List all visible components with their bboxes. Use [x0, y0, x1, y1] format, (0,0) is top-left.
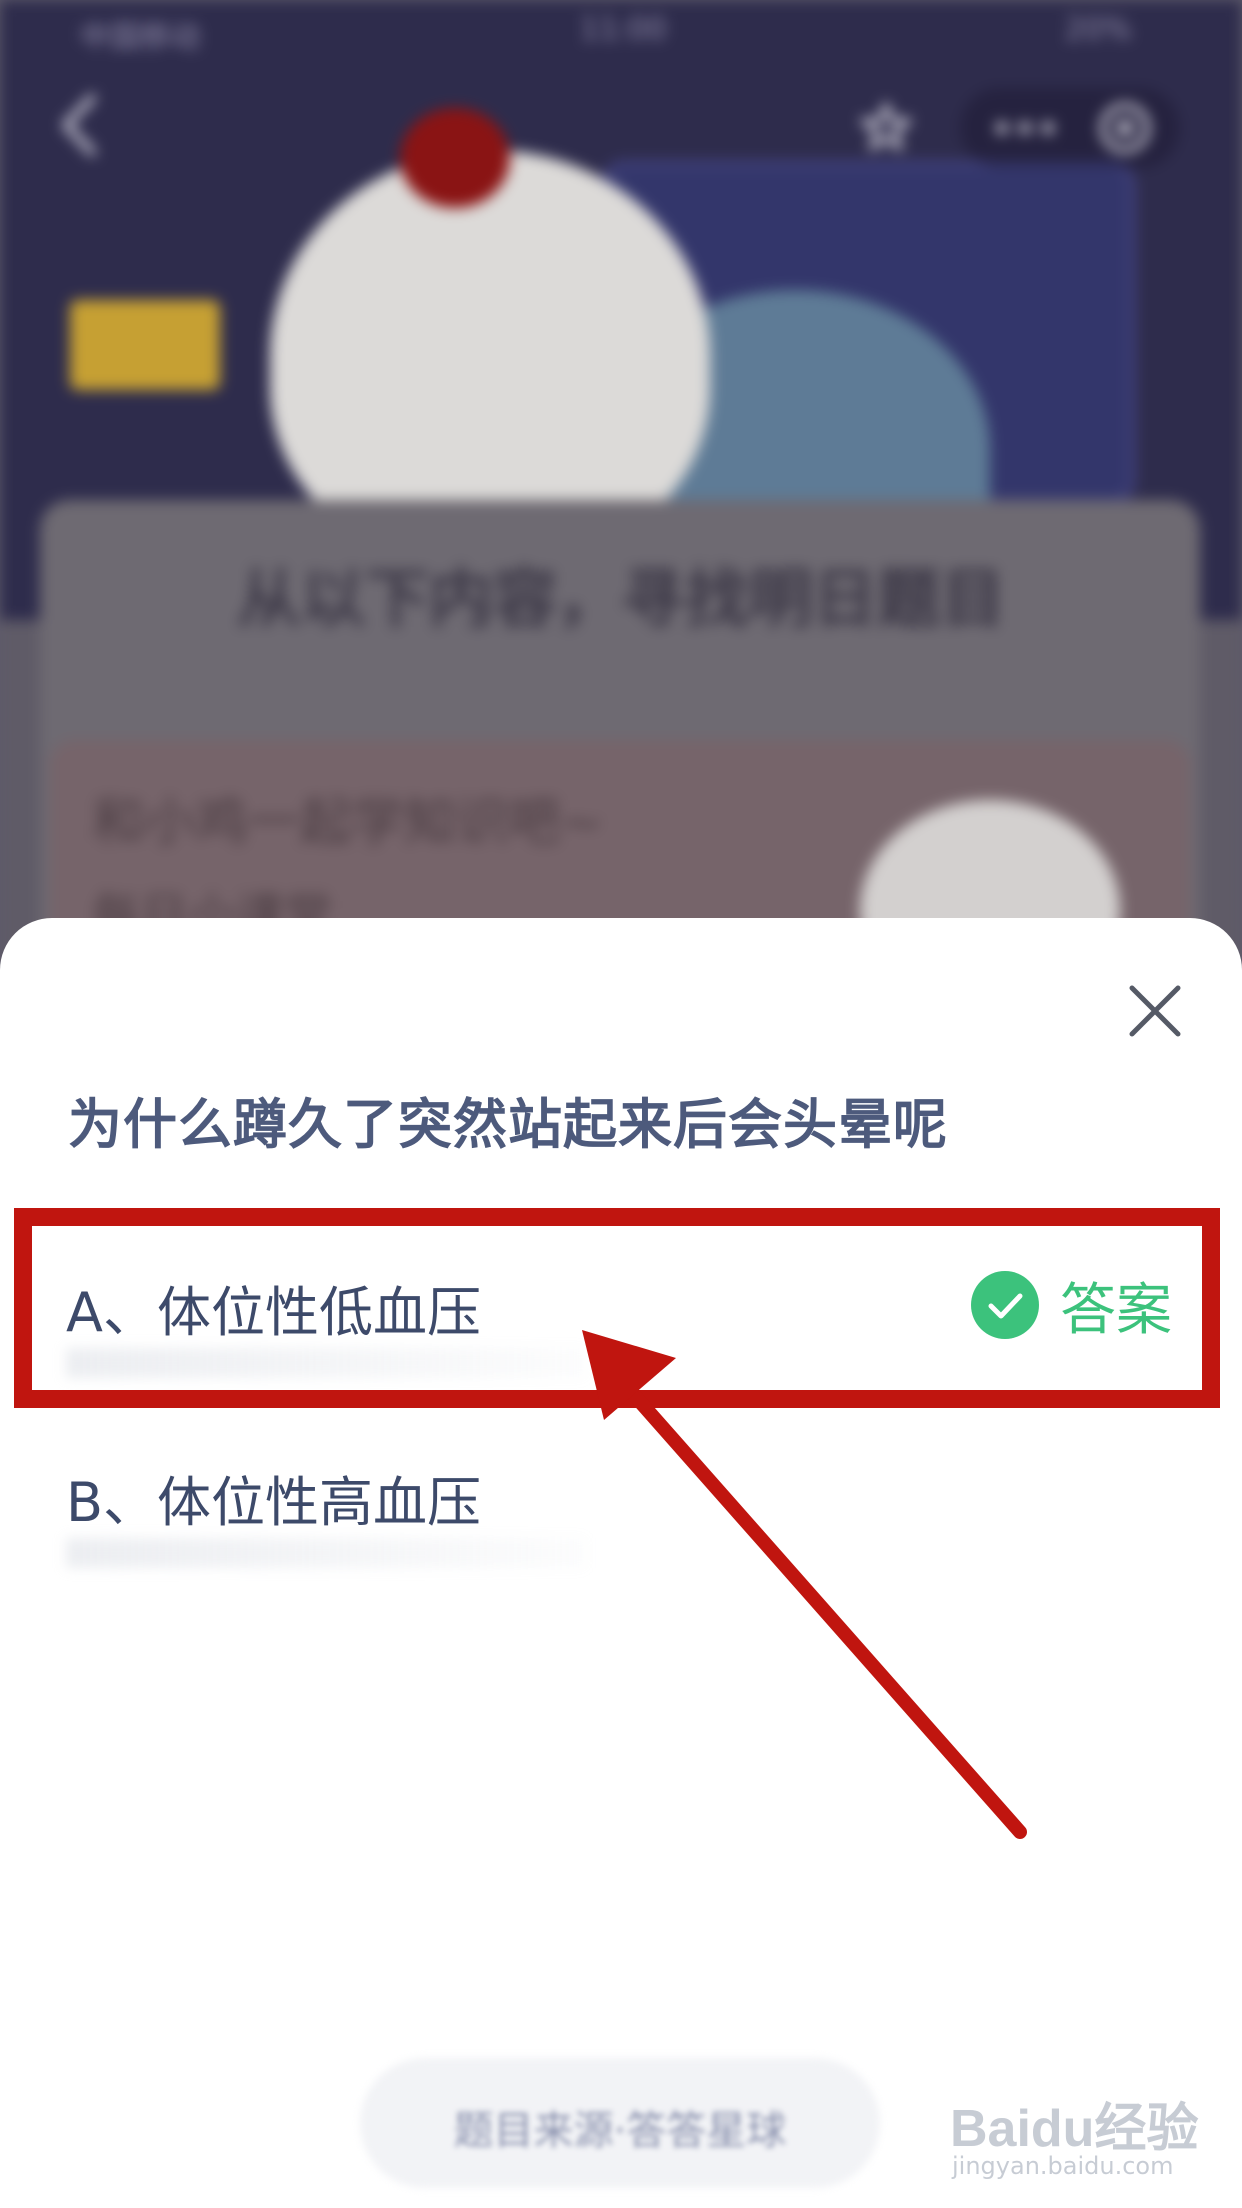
battery-percent: 20%	[1065, 12, 1132, 47]
close-mini-program-icon[interactable]	[1095, 98, 1155, 158]
baidu-watermark: Baidu经验 jingyan.baidu.com	[950, 2086, 1220, 2196]
option-b[interactable]: B、体位性高血压	[0, 1418, 1242, 1568]
source-button-label: 题目来源·答答星球	[453, 2108, 787, 2154]
option-b-label: B、体位性高血压	[66, 1471, 482, 1534]
carrier-label: 中国移动	[80, 20, 200, 55]
chick-illustration	[270, 150, 710, 560]
card-title: 从以下内容，寻找明日题目	[237, 563, 1005, 637]
lesson-card-heading: 和小鸡一起学知识吧~	[92, 793, 604, 853]
watermark-logo: Baidu经验	[950, 2100, 1199, 2158]
clock: 11:00	[580, 12, 667, 47]
more-icon[interactable]	[990, 104, 1060, 152]
badge-illustration	[70, 300, 220, 390]
back-arrow-icon[interactable]	[52, 90, 112, 160]
close-icon[interactable]	[1120, 976, 1190, 1046]
watermark-url: jingyan.baidu.com	[952, 2152, 1174, 2180]
star-icon[interactable]	[858, 100, 914, 156]
question-title: 为什么蹲久了突然站起来后会头晕呢	[68, 1093, 948, 1156]
option-b-faint-subtext	[66, 1538, 586, 1568]
annotation-highlight-box	[14, 1208, 1220, 1408]
status-bar: 中国移动 11:00 20%	[0, 0, 1242, 64]
chick-comb	[400, 108, 510, 208]
